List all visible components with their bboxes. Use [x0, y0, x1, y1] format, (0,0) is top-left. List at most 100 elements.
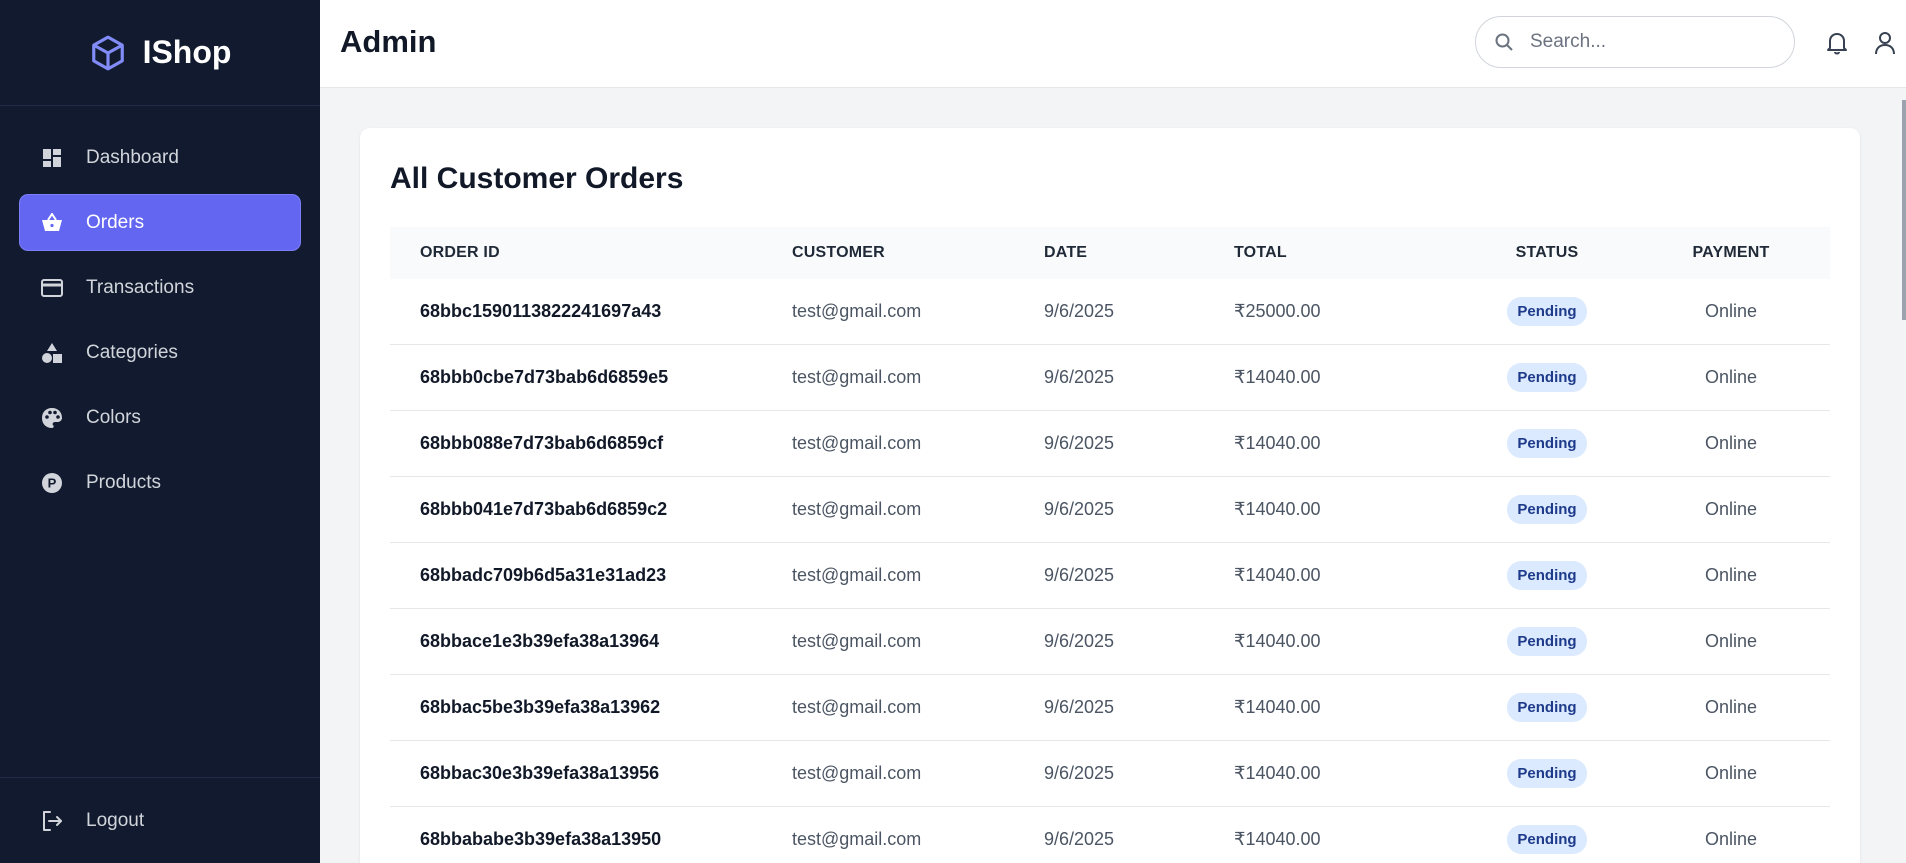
status-cell: Pending [1462, 495, 1632, 524]
table-header: ORDER ID CUSTOMER DATE TOTAL STATUS PAYM… [390, 227, 1830, 279]
sidebar-nav: Dashboard Orders Transactions Categories… [0, 106, 320, 510]
column-header-order-id: ORDER ID [420, 244, 500, 261]
table-row[interactable]: 68bbc1590113822241697a43 test@gmail.com 9/… [390, 279, 1830, 345]
table-row[interactable]: 68bbababe3b39efa38a13950 test@gmail.com 9/… [390, 807, 1830, 863]
topbar: Admin [320, 0, 1906, 88]
brand-name: IShop [142, 34, 232, 70]
table-row[interactable]: 68bbac5be3b39efa38a13962 test@gmail.com 9/… [390, 675, 1830, 741]
search-icon [1495, 33, 1513, 51]
customer-cell: test@gmail.com [792, 697, 922, 717]
order-id-cell: 68bbababe3b39efa38a13950 [420, 829, 662, 849]
status-cell: Pending [1462, 825, 1632, 854]
sidebar-item-label: Orders [86, 211, 145, 233]
date-cell: 9/6/2025 [1044, 763, 1115, 783]
logout-label: Logout [86, 809, 145, 831]
scrollbar[interactable] [1902, 100, 1906, 320]
orders-title: All Customer Orders [390, 162, 684, 195]
customer-cell: test@gmail.com [792, 433, 922, 453]
orders-card: All Customer Orders ORDER ID CUSTOMER DA… [360, 128, 1860, 863]
status-badge: Pending [1507, 495, 1587, 524]
status-badge: Pending [1507, 627, 1587, 656]
total-cell: ₹14040.00 [1234, 433, 1321, 453]
date-cell: 9/6/2025 [1044, 367, 1115, 387]
sidebar-item-label: Colors [86, 406, 141, 428]
status-cell: Pending [1462, 429, 1632, 458]
payment-cell: Online [1704, 499, 1758, 519]
date-cell: 9/6/2025 [1044, 301, 1115, 321]
order-id-cell: 68bbac5be3b39efa38a13962 [420, 697, 661, 717]
status-badge: Pending [1507, 759, 1587, 788]
payment-cell: Online [1704, 697, 1758, 717]
sidebar-item-label: Products [86, 471, 161, 493]
table-row[interactable]: 68bbb088e7d73bab6d6859cf test@gmail.com 9/… [390, 411, 1830, 477]
table-row[interactable]: 68bbace1e3b39efa38a13964 test@gmail.com 9/… [390, 609, 1830, 675]
sidebar-item-orders[interactable]: Orders [20, 195, 300, 250]
order-id-cell: 68bbc1590113822241697a43 [420, 301, 662, 321]
sidebar: IShop Dashboard Orders Transactions Cate… [0, 0, 320, 863]
bell-icon[interactable] [1823, 28, 1851, 58]
status-badge: Pending [1507, 297, 1587, 326]
status-badge: Pending [1507, 693, 1587, 722]
table-row[interactable]: 68bbb0cbe7d73bab6d6859e5 test@gmail.com 9/… [390, 345, 1830, 411]
table-row[interactable]: 68bbb041e7d73bab6d6859c2 test@gmail.com 9/… [390, 477, 1830, 543]
order-id-cell: 68bbac30e3b39efa38a13956 [420, 763, 660, 783]
table-row[interactable]: 68bbadc709b6d5a31e31ad23 test@gmail.com 9/… [390, 543, 1830, 609]
customer-cell: test@gmail.com [792, 763, 922, 783]
status-badge: Pending [1507, 429, 1587, 458]
sidebar-item-products[interactable]: P Products [20, 455, 300, 510]
date-cell: 9/6/2025 [1044, 697, 1115, 717]
customer-cell: test@gmail.com [792, 367, 922, 387]
search-box[interactable] [1475, 16, 1795, 68]
sidebar-item-label: Categories [86, 341, 178, 363]
payment-cell: Online [1704, 763, 1758, 783]
payment-cell: Online [1704, 301, 1758, 321]
search-input[interactable] [1530, 31, 1770, 53]
status-cell: Pending [1462, 759, 1632, 788]
svg-text:P: P [48, 475, 57, 490]
customer-cell: test@gmail.com [792, 301, 922, 321]
order-id-cell: 68bbadc709b6d5a31e31ad23 [420, 565, 667, 585]
shapes-icon [40, 341, 64, 365]
payment-cell: Online [1704, 631, 1758, 651]
logout-button[interactable]: Logout [0, 777, 320, 863]
payment-cell: Online [1704, 367, 1758, 387]
total-cell: ₹14040.00 [1234, 367, 1321, 387]
page-title: Admin [340, 24, 437, 59]
cube-logo-icon [91, 35, 124, 70]
date-cell: 9/6/2025 [1044, 829, 1115, 849]
logout-icon [40, 809, 64, 833]
credit-card-icon [40, 276, 64, 300]
column-header-total: TOTAL [1234, 244, 1287, 261]
payment-cell: Online [1704, 829, 1758, 849]
table-row[interactable]: 68bbac30e3b39efa38a13956 test@gmail.com 9/… [390, 741, 1830, 807]
order-id-cell: 68bbb0cbe7d73bab6d6859e5 [420, 367, 669, 387]
status-badge: Pending [1507, 561, 1587, 590]
status-cell: Pending [1462, 693, 1632, 722]
total-cell: ₹14040.00 [1234, 499, 1321, 519]
customer-cell: test@gmail.com [792, 829, 922, 849]
total-cell: ₹14040.00 [1234, 829, 1321, 849]
order-id-cell: 68bbace1e3b39efa38a13964 [420, 631, 660, 651]
dashboard-icon [40, 146, 64, 170]
total-cell: ₹14040.00 [1234, 565, 1321, 585]
brand[interactable]: IShop [0, 0, 320, 106]
customer-cell: test@gmail.com [792, 565, 922, 585]
column-header-status: STATUS [1515, 244, 1579, 261]
palette-icon [40, 406, 64, 430]
sidebar-item-transactions[interactable]: Transactions [20, 260, 300, 315]
total-cell: ₹14040.00 [1234, 697, 1321, 717]
user-icon[interactable] [1871, 28, 1899, 58]
product-p-icon: P [40, 471, 64, 495]
order-id-cell: 68bbb041e7d73bab6d6859c2 [420, 499, 668, 519]
sidebar-item-dashboard[interactable]: Dashboard [20, 130, 300, 185]
status-cell: Pending [1462, 627, 1632, 656]
column-header-payment: PAYMENT [1692, 244, 1770, 261]
status-badge: Pending [1507, 825, 1587, 854]
date-cell: 9/6/2025 [1044, 631, 1115, 651]
sidebar-item-categories[interactable]: Categories [20, 325, 300, 380]
sidebar-item-colors[interactable]: Colors [20, 390, 300, 445]
basket-icon [40, 211, 64, 235]
date-cell: 9/6/2025 [1044, 433, 1115, 453]
sidebar-item-label: Transactions [86, 276, 195, 298]
total-cell: ₹14040.00 [1234, 763, 1321, 783]
